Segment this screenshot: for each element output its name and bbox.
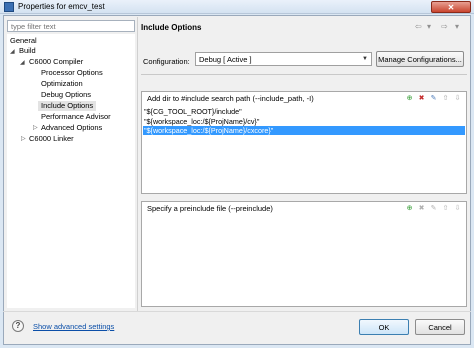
preinclude-header: Specify a preinclude file (--preinclude) bbox=[147, 204, 273, 213]
list-item-selected[interactable]: "${workspace_loc:/${ProjName}/cxcore}" bbox=[143, 126, 465, 135]
list-item[interactable]: "${workspace_loc:/${ProjName}/cv}" bbox=[143, 117, 465, 126]
configuration-select[interactable]: Debug [ Active ] ▼ bbox=[195, 52, 372, 66]
ok-button[interactable]: OK bbox=[359, 319, 409, 335]
close-button[interactable]: ✕ bbox=[431, 1, 471, 13]
page-title: Include Options bbox=[141, 23, 202, 32]
tree-item-general[interactable]: General bbox=[10, 36, 37, 46]
pane-splitter[interactable] bbox=[137, 17, 138, 311]
include-path-header: Add dir to #include search path (--inclu… bbox=[147, 94, 314, 103]
manage-configurations-button[interactable]: Manage Configurations... bbox=[376, 51, 464, 67]
tree-item-c6000-compiler[interactable]: C6000 Compiler bbox=[29, 57, 83, 67]
divider bbox=[3, 311, 471, 312]
move-down-icon[interactable]: ⇩ bbox=[453, 94, 462, 103]
include-path-list: Add dir to #include search path (--inclu… bbox=[141, 91, 467, 194]
preinclude-toolbar: ⊕ ✖ ✎ ⇧ ⇩ bbox=[405, 204, 463, 214]
title-bar: Properties for emcv_test ✕ bbox=[0, 0, 474, 14]
collapsed-arrow-icon[interactable]: ▷ bbox=[33, 124, 38, 131]
back-arrow-icon[interactable]: ⇦ bbox=[415, 22, 422, 31]
forward-menu-icon[interactable]: ▾ bbox=[455, 22, 459, 31]
edit-icon[interactable]: ✎ bbox=[429, 94, 438, 103]
navigation-buttons: ⇦ ▾ ⇨ ▾ bbox=[413, 22, 469, 32]
tree-item-processor-options[interactable]: Processor Options bbox=[41, 68, 103, 78]
cancel-button[interactable]: Cancel bbox=[415, 319, 465, 335]
show-advanced-settings-link[interactable]: Show advanced settings bbox=[33, 322, 114, 331]
delete-icon[interactable]: ✖ bbox=[417, 204, 426, 213]
move-down-icon[interactable]: ⇩ bbox=[453, 204, 462, 213]
tree-item-performance-advisor[interactable]: Performance Advisor bbox=[41, 112, 111, 122]
forward-arrow-icon[interactable]: ⇨ bbox=[441, 22, 448, 31]
chevron-down-icon: ▼ bbox=[362, 56, 368, 62]
add-icon[interactable]: ⊕ bbox=[405, 94, 414, 103]
tree-item-include-options[interactable]: Include Options bbox=[38, 101, 97, 111]
include-path-toolbar: ⊕ ✖ ✎ ⇧ ⇩ bbox=[405, 94, 463, 104]
help-icon[interactable]: ? bbox=[12, 320, 24, 332]
back-menu-icon[interactable]: ▾ bbox=[427, 22, 431, 31]
add-icon[interactable]: ⊕ bbox=[405, 204, 414, 213]
window-title: Properties for emcv_test bbox=[18, 2, 105, 11]
configuration-label: Configuration: bbox=[143, 57, 190, 66]
tree-item-debug-options[interactable]: Debug Options bbox=[41, 90, 91, 100]
divider bbox=[141, 74, 467, 75]
collapsed-arrow-icon[interactable]: ▷ bbox=[21, 135, 26, 142]
tree-item-c6000-linker[interactable]: C6000 Linker bbox=[29, 134, 74, 144]
app-icon bbox=[4, 2, 14, 12]
expanded-arrow-icon[interactable]: ◢ bbox=[10, 48, 15, 55]
preinclude-list: Specify a preinclude file (--preinclude)… bbox=[141, 201, 467, 307]
preference-tree: General ◢ Build ◢ C6000 Compiler Process… bbox=[7, 34, 135, 308]
move-up-icon[interactable]: ⇧ bbox=[441, 94, 450, 103]
move-up-icon[interactable]: ⇧ bbox=[441, 204, 450, 213]
expanded-arrow-icon[interactable]: ◢ bbox=[20, 59, 25, 66]
delete-icon[interactable]: ✖ bbox=[417, 94, 426, 103]
configuration-value: Debug [ Active ] bbox=[199, 55, 252, 64]
tree-item-optimization[interactable]: Optimization bbox=[41, 79, 83, 89]
tree-item-advanced-options[interactable]: Advanced Options bbox=[41, 123, 102, 133]
list-item[interactable]: "${CG_TOOL_ROOT}/include" bbox=[143, 107, 465, 116]
filter-input[interactable] bbox=[7, 20, 135, 32]
tree-item-build[interactable]: Build bbox=[19, 46, 36, 56]
edit-icon[interactable]: ✎ bbox=[429, 204, 438, 213]
